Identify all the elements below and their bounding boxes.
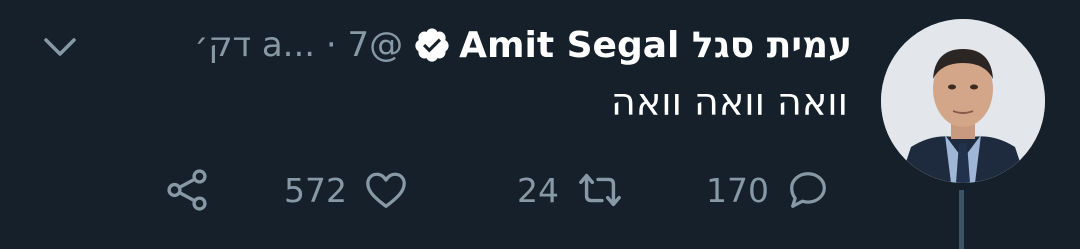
reply-button[interactable]: 170 <box>706 160 831 220</box>
reply-count: 170 <box>706 170 769 210</box>
tweet-actions: 170 24 572 <box>0 160 880 220</box>
share-icon <box>162 165 212 215</box>
thread-line <box>959 190 964 249</box>
verified-badge-icon <box>413 26 451 64</box>
author-display-name[interactable]: עמית סגל Amit Segal <box>459 25 852 66</box>
tweet-meta: @a... · 7 דק׳ <box>194 25 403 65</box>
share-button[interactable] <box>162 160 212 220</box>
tweet-text: וואה וואה וואה <box>611 80 848 124</box>
heart-icon <box>363 167 409 213</box>
tweet-header: עמית סגל Amit Segal @a... · 7 דק׳ <box>194 20 852 70</box>
retweet-count: 24 <box>517 170 559 210</box>
avatar[interactable] <box>881 19 1045 183</box>
retweet-button[interactable]: 24 <box>517 160 625 220</box>
like-count: 572 <box>284 170 347 210</box>
tweet[interactable]: עמית סגל Amit Segal @a... · 7 דק׳ וואה ו… <box>0 0 1080 249</box>
reply-icon <box>785 167 831 213</box>
chevron-down-icon[interactable] <box>40 28 80 68</box>
retweet-icon <box>575 167 625 213</box>
like-button[interactable]: 572 <box>284 160 409 220</box>
meta-separator: · <box>325 25 337 65</box>
